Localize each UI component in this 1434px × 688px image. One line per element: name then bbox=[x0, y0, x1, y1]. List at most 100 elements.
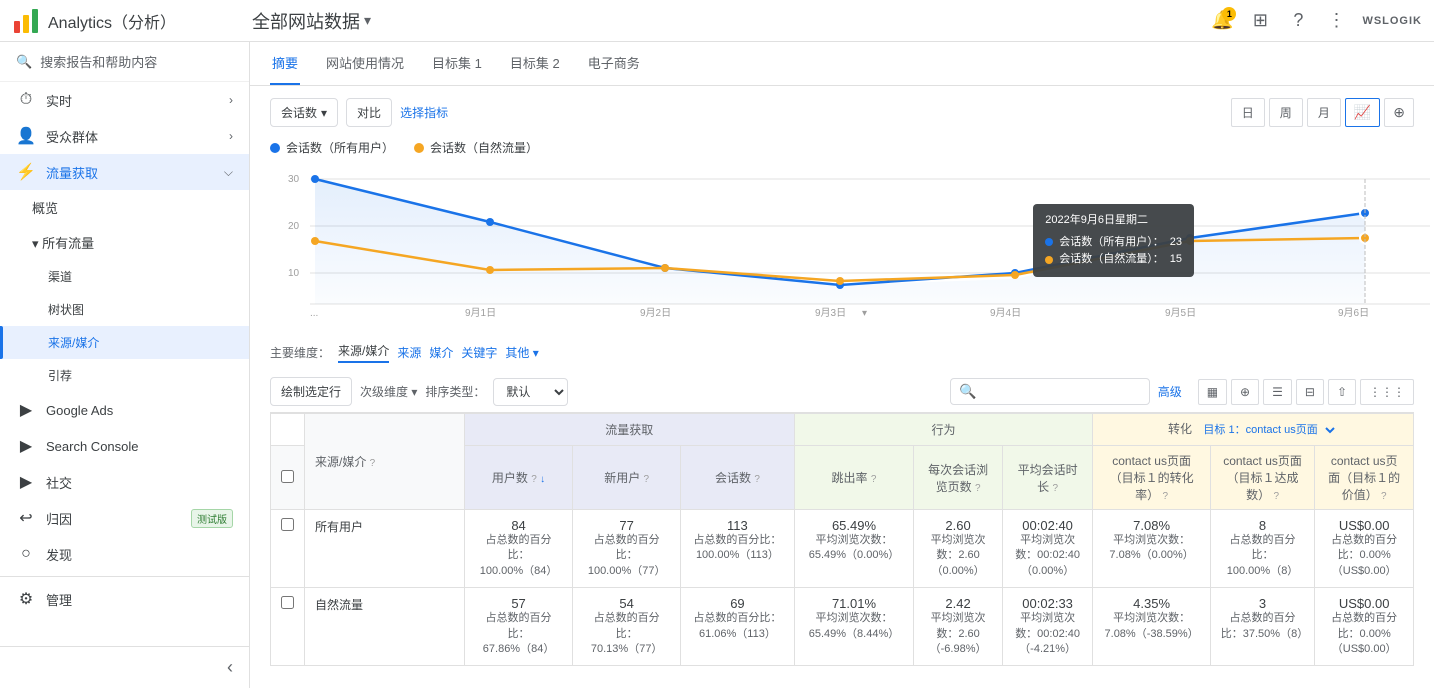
table-search-input[interactable] bbox=[981, 385, 1141, 399]
conv-rate-help-icon[interactable]: ? bbox=[1163, 491, 1169, 502]
sidebar-item-admin[interactable]: ⚙ 管理 bbox=[0, 581, 249, 617]
completions-help-icon[interactable]: ? bbox=[1273, 491, 1279, 502]
metric-button[interactable]: 会话数 ▾ bbox=[270, 98, 338, 127]
sidebar-search[interactable]: 🔍 搜索报告和帮助内容 bbox=[0, 42, 249, 82]
table-list-icon[interactable]: ☰ bbox=[1263, 379, 1292, 405]
table-grid-icon[interactable]: ▦ bbox=[1198, 379, 1227, 405]
legend-organic: 会话数（自然流量） bbox=[414, 139, 538, 156]
new-users-header[interactable]: 新用户 ? bbox=[573, 446, 681, 510]
avg-session-header[interactable]: 平均会话时长 ? bbox=[1002, 446, 1093, 510]
sidebar-collapse-button[interactable]: ‹ bbox=[0, 646, 249, 688]
svg-text:...: ... bbox=[310, 308, 318, 319]
page-title[interactable]: 全部网站数据 ▾ bbox=[252, 8, 371, 34]
plot-selected-button[interactable]: 绘制选定行 bbox=[270, 377, 352, 406]
search-console-label: Search Console bbox=[46, 439, 233, 454]
sidebar-item-source-medium[interactable]: 来源/媒介 bbox=[0, 326, 249, 359]
acquisition-arrow-icon: ⌵ bbox=[224, 165, 233, 180]
table-density-icon[interactable]: ⋮⋮⋮ bbox=[1360, 379, 1414, 405]
top-bar: Analytics（分析） 全部网站数据 ▾ 🔔 1 ⊞ ? ⋮ WSLOGIK bbox=[0, 0, 1434, 42]
content-area: 摘要 网站使用情况 目标集 1 目标集 2 电子商务 bbox=[250, 42, 1434, 688]
conversion-group-header: 转化 目标 1：contact us页面 bbox=[1093, 414, 1414, 446]
notification-icon[interactable]: 🔔 1 bbox=[1210, 9, 1234, 33]
sidebar-search-label: 搜索报告和帮助内容 bbox=[40, 52, 157, 71]
sidebar-item-referrals[interactable]: 引荐 bbox=[0, 359, 249, 392]
row2-completions: 3 占总数的百分比：37.50%（8） bbox=[1210, 588, 1315, 666]
sort-type-select[interactable]: 默认 绝对值 加权 bbox=[493, 378, 568, 406]
page-title-arrow-icon: ▾ bbox=[364, 12, 371, 29]
acquisition-icon: ⚡ bbox=[16, 162, 36, 182]
new-users-help-icon[interactable]: ? bbox=[644, 474, 650, 485]
sidebar-item-channels[interactable]: 渠道 bbox=[0, 260, 249, 293]
grid-icon[interactable]: ⊞ bbox=[1248, 9, 1272, 33]
row1-checkbox[interactable] bbox=[281, 518, 294, 531]
sessions-help-icon[interactable]: ? bbox=[754, 474, 760, 485]
attribution-label: 归因 bbox=[46, 509, 181, 528]
dim-keyword[interactable]: 关键字 bbox=[461, 344, 497, 361]
dim-medium[interactable]: 媒介 bbox=[429, 344, 453, 361]
sidebar-item-treemap[interactable]: 树状图 bbox=[0, 293, 249, 326]
dim-other[interactable]: 其他 ▾ bbox=[505, 344, 538, 361]
users-sort-icon[interactable]: ↓ bbox=[540, 474, 545, 485]
row2-checkbox-cell[interactable] bbox=[271, 588, 305, 666]
table-share-icon[interactable]: ⇧ bbox=[1328, 379, 1356, 405]
conversion-target-select[interactable]: 目标 1：contact us页面 bbox=[1195, 421, 1338, 439]
sidebar-item-discover[interactable]: ○ 发现 bbox=[0, 536, 249, 572]
bounce-help-icon[interactable]: ? bbox=[871, 474, 877, 485]
view-week-button[interactable]: 周 bbox=[1269, 98, 1303, 127]
treemap-label: 树状图 bbox=[48, 301, 233, 318]
bounce-header[interactable]: 跳出率 ? bbox=[794, 446, 914, 510]
value-header[interactable]: contact us页面（目标１的价值） ? bbox=[1315, 446, 1414, 510]
dim-source[interactable]: 来源 bbox=[397, 344, 421, 361]
sidebar-item-social[interactable]: ▶ 社交 bbox=[0, 464, 249, 500]
select-all-header bbox=[271, 414, 305, 446]
behavior-group-header: 行为 bbox=[794, 414, 1093, 446]
row1-sessions: 113 占总数的百分比：100.00%（113） bbox=[681, 510, 794, 588]
advanced-filter-button[interactable]: 高级 bbox=[1158, 383, 1182, 400]
tab-ecommerce[interactable]: 电子商务 bbox=[586, 42, 642, 85]
scatter-chart-button[interactable]: ⊕ bbox=[1384, 98, 1414, 127]
tab-summary[interactable]: 摘要 bbox=[270, 42, 300, 85]
table-filter-icon[interactable]: ⊟ bbox=[1296, 379, 1324, 405]
view-day-button[interactable]: 日 bbox=[1231, 98, 1265, 127]
chart-view-controls: 日 周 月 📈 ⊕ bbox=[1231, 98, 1414, 127]
sidebar-item-google-ads[interactable]: ▶ Google Ads bbox=[0, 392, 249, 428]
sidebar-item-overview[interactable]: 概览 bbox=[0, 190, 249, 225]
users-help-icon[interactable]: ? bbox=[531, 474, 537, 485]
dim-source-medium[interactable]: 来源/媒介 bbox=[338, 342, 389, 363]
view-month-button[interactable]: 月 bbox=[1307, 98, 1341, 127]
chart-legend: 会话数（所有用户） 会话数（自然流量） bbox=[270, 139, 1414, 156]
svg-text:9月5日: 9月5日 bbox=[1165, 307, 1196, 319]
sidebar-item-search-console[interactable]: ▶ Search Console bbox=[0, 428, 249, 464]
conv-rate-header[interactable]: contact us页面（目标１的转化率） ? bbox=[1093, 446, 1210, 510]
value-help-icon[interactable]: ? bbox=[1381, 491, 1387, 502]
row2-avg-time: 00:02:33 平均浏览次数：00:02:40（-4.21%） bbox=[1002, 588, 1093, 666]
table-add-col-icon[interactable]: ⊕ bbox=[1231, 379, 1259, 405]
avg-session-help-icon[interactable]: ? bbox=[1053, 483, 1059, 494]
sort-type-label: 排序类型： bbox=[425, 383, 485, 400]
select-metric-link[interactable]: 选择指标 bbox=[400, 104, 448, 121]
row1-checkbox-cell[interactable] bbox=[271, 510, 305, 588]
line-chart-button[interactable]: 📈 bbox=[1345, 98, 1380, 127]
row2-checkbox[interactable] bbox=[281, 596, 294, 609]
help-icon[interactable]: ? bbox=[1286, 9, 1310, 33]
sidebar-item-realtime[interactable]: ⏱ 实时 › bbox=[0, 82, 249, 118]
pages-per-session-header[interactable]: 每次会话浏览页数 ? bbox=[914, 446, 1002, 510]
compare-button[interactable]: 对比 bbox=[346, 98, 392, 127]
select-all-checkbox[interactable] bbox=[281, 470, 294, 483]
beta-badge: 测试版 bbox=[191, 509, 233, 528]
completions-header[interactable]: contact us页面（目标１达成数） ? bbox=[1210, 446, 1315, 510]
sidebar-item-attribution[interactable]: ↩ 归因 测试版 bbox=[0, 500, 249, 536]
svg-text:10: 10 bbox=[288, 268, 300, 279]
source-help-icon[interactable]: ? bbox=[370, 458, 376, 469]
tab-goal-set2[interactable]: 目标集 2 bbox=[508, 42, 562, 85]
sidebar-item-acquisition[interactable]: ⚡ 流量获取 ⌵ bbox=[0, 154, 249, 190]
brand-text: WSLOGIK bbox=[1362, 15, 1422, 27]
pages-help-icon[interactable]: ? bbox=[975, 483, 981, 494]
tab-goal-set1[interactable]: 目标集 1 bbox=[430, 42, 484, 85]
sessions-header[interactable]: 会话数 ? bbox=[681, 446, 794, 510]
more-icon[interactable]: ⋮ bbox=[1324, 9, 1348, 33]
checkbox-all[interactable] bbox=[271, 446, 305, 510]
tab-site-usage[interactable]: 网站使用情况 bbox=[324, 42, 406, 85]
sidebar-item-audience[interactable]: 👤 受众群体 › bbox=[0, 118, 249, 154]
sidebar-item-all-traffic[interactable]: ▾ 所有流量 bbox=[0, 225, 249, 260]
